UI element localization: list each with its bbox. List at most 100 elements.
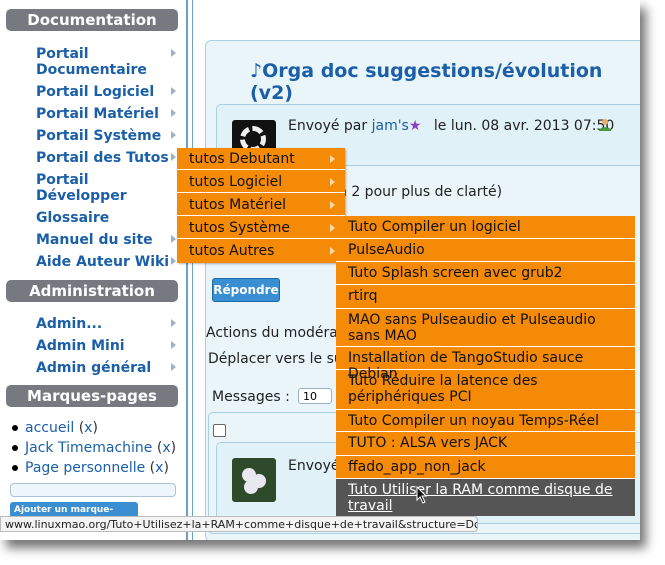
- user-profile-icon[interactable]: [598, 118, 612, 132]
- sidebar-item-glossaire[interactable]: Glossaire: [36, 210, 176, 226]
- sidebar-item-label: Portail des Tutos: [36, 150, 169, 166]
- bookmark-link[interactable]: Page personnelle: [25, 460, 145, 476]
- chevron-right-icon: [171, 363, 176, 371]
- chevron-right-icon: [330, 201, 335, 209]
- chevron-right-icon: [171, 87, 176, 95]
- sidebar-item-label: Glossaire: [36, 210, 110, 226]
- menu-item-tutos-systeme[interactable]: tutos Système: [177, 217, 345, 239]
- sidebar-item-portail-des-tutos[interactable]: Portail des Tutos: [36, 150, 176, 166]
- bookmark-item[interactable]: Page personnelle (x): [12, 460, 169, 476]
- chevron-right-icon: [330, 224, 335, 232]
- chevron-right-icon: [330, 178, 335, 186]
- menu-item-tutos-debutant[interactable]: tutos Debutant: [177, 148, 345, 170]
- music-note-icon: ♪: [250, 60, 263, 82]
- star-icon: ★: [408, 118, 422, 134]
- menu-item-tuto[interactable]: MAO sans Pulseaudio et Pulseaudio sans M…: [336, 309, 635, 347]
- menu-item-tuto[interactable]: TUTO : ALSA vers JACK: [336, 432, 635, 456]
- chevron-right-icon: [171, 341, 176, 349]
- menu-item-tuto-hovered[interactable]: Tuto Utiliser la RAM comme disque de tra…: [336, 479, 635, 516]
- browser-viewport: Documentation Portail Documentaire Porta…: [0, 0, 640, 540]
- post-date: le lun. 08 avr. 2013 07:50: [433, 118, 615, 134]
- sidebar-item-aide-auteur-wiki[interactable]: Aide Auteur Wiki: [36, 254, 176, 270]
- sidebar-item-portail-logiciel[interactable]: Portail Logiciel: [36, 84, 176, 100]
- menu-item-label: tutos Système: [189, 220, 290, 236]
- menu-item-label: tutos Autres: [189, 243, 275, 259]
- chevron-right-icon: [171, 49, 176, 57]
- divider: [192, 0, 193, 540]
- menu-item-tuto[interactable]: Installation de TangoStudio sauce Debian: [336, 347, 635, 382]
- bookmark-item[interactable]: accueil (x): [12, 420, 98, 436]
- menu-item-tutos-logiciel[interactable]: tutos Logiciel: [177, 171, 345, 193]
- sidebar-item-label: Portail Documentaire: [36, 46, 147, 78]
- bookmark-input[interactable]: [10, 483, 176, 497]
- tutos-submenu: tutos Debutant tutos Logiciel tutos Maté…: [177, 148, 345, 263]
- post-body: n 2 pour plus de clarté): [338, 184, 503, 200]
- avatar-detail: [244, 480, 258, 494]
- menu-item-tutos-autres[interactable]: tutos Autres: [177, 240, 345, 262]
- chevron-right-icon: [171, 153, 176, 161]
- menu-item-tuto[interactable]: ffado_app_non_jack: [336, 456, 635, 479]
- documentation-header: Documentation: [6, 9, 178, 31]
- sidebar-item-portail-developper[interactable]: Portail Développer: [36, 172, 127, 204]
- status-bar-url: www.linuxmao.org/Tuto+Utilisez+la+RAM+co…: [0, 516, 478, 532]
- sidebar-item-portail-materiel[interactable]: Portail Matériel: [36, 106, 176, 122]
- bookmark-remove-link[interactable]: x: [162, 440, 170, 456]
- sidebar-item-label: Admin général: [36, 360, 152, 376]
- menu-item-tuto[interactable]: Tuto Réduire la latence des périphérique…: [336, 370, 635, 410]
- bookmark-link[interactable]: Jack Timemachine: [25, 440, 152, 456]
- bullet-icon: [12, 425, 18, 431]
- bookmark-link[interactable]: accueil: [25, 420, 74, 436]
- move-topic-label: Déplacer vers le suj: [208, 351, 347, 367]
- bookmark-item[interactable]: Jack Timemachine (x): [12, 440, 176, 456]
- chevron-right-icon: [171, 257, 176, 265]
- sidebar-item-label: Portail Système: [36, 128, 162, 144]
- sidebar-item-manuel-du-site[interactable]: Manuel du site: [36, 232, 176, 248]
- menu-item-tuto[interactable]: rtirq: [336, 285, 635, 309]
- post-author-link[interactable]: jam's: [372, 118, 409, 134]
- menu-item-tuto[interactable]: Tuto Compiler un logiciel: [336, 216, 635, 239]
- bookmark-remove: (x): [156, 440, 177, 456]
- sidebar-item-label: Admin Mini: [36, 338, 125, 354]
- reply-button[interactable]: Répondre: [212, 278, 280, 302]
- menu-item-tuto[interactable]: Tuto Compiler un noyau Temps-Réel: [336, 410, 635, 432]
- sidebar-item-label: Aide Auteur Wiki: [36, 254, 170, 270]
- bookmark-remove-link[interactable]: x: [155, 460, 163, 476]
- sidebar-item-label: Portail Logiciel: [36, 84, 155, 100]
- bookmark-remove: (x): [78, 420, 98, 436]
- bookmark-remove-link[interactable]: x: [84, 420, 92, 436]
- menu-item-tutos-materiel[interactable]: tutos Matériel: [177, 194, 345, 216]
- menu-item-label: tutos Debutant: [189, 151, 295, 167]
- chevron-right-icon: [171, 109, 176, 117]
- sidebar-item-portail-documentaire[interactable]: Portail Documentaire: [36, 46, 176, 78]
- messages-per-page-select[interactable]: 10: [298, 388, 332, 404]
- sidebar-item-admin[interactable]: Admin...: [36, 316, 176, 332]
- chevron-right-icon: [330, 247, 335, 255]
- page-title: ♪Orga doc suggestions/évolution (v2): [250, 60, 640, 104]
- avatar: [232, 458, 276, 502]
- divider: [186, 0, 188, 540]
- sidebar-item-portail-systeme[interactable]: Portail Système: [36, 128, 176, 144]
- messages-label: Messages :: [212, 389, 290, 405]
- post-prefix: Envoyé: [288, 458, 340, 474]
- chevron-right-icon: [171, 131, 176, 139]
- post-select-checkbox[interactable]: [213, 424, 226, 437]
- sidebar-item-label: Manuel du site: [36, 232, 153, 248]
- menu-item-label: tutos Matériel: [189, 197, 287, 213]
- sidebar-item-admin-mini[interactable]: Admin Mini: [36, 338, 176, 354]
- mouse-cursor-icon: [416, 486, 428, 504]
- menu-item-label: tutos Logiciel: [189, 174, 283, 190]
- systeme-submenu: Tuto Compiler un logiciel PulseAudio Tut…: [336, 216, 635, 516]
- sidebar-item-label: Portail Matériel: [36, 106, 159, 122]
- sidebar: Documentation Portail Documentaire Porta…: [0, 0, 186, 540]
- chevron-right-icon: [330, 155, 335, 163]
- menu-item-tuto[interactable]: Tuto Splash screen avec grub2: [336, 262, 635, 285]
- sidebar-item-label: Admin...: [36, 316, 103, 332]
- bullet-icon: [12, 445, 18, 451]
- bullet-icon: [12, 465, 18, 471]
- moderator-actions-label: Actions du modérate: [206, 325, 352, 341]
- bookmarks-header: Marques-pages: [6, 385, 178, 407]
- page-title-text: Orga doc suggestions/évolution (v2): [250, 60, 603, 104]
- post-meta: Envoyé par jam's★ le lun. 08 avr. 2013 0…: [288, 118, 614, 134]
- sidebar-item-admin-general[interactable]: Admin général: [36, 360, 176, 376]
- menu-item-tuto[interactable]: PulseAudio: [336, 239, 635, 262]
